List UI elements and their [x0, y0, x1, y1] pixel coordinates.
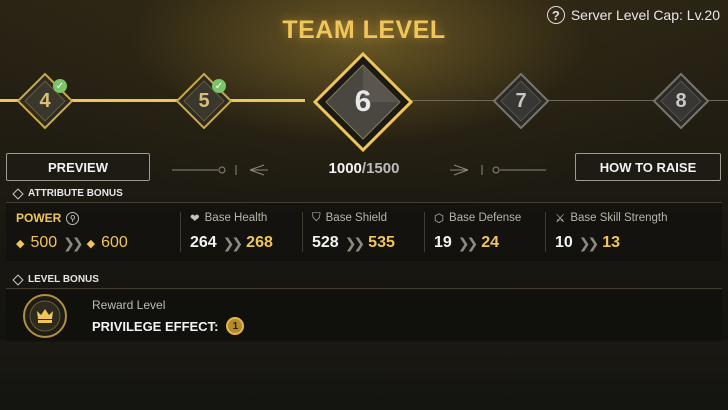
arrow-icon: ❯❯ [222, 234, 244, 251]
attr-shield: ⛉ Base Shield 528 ❯❯ 535 [312, 210, 395, 252]
arrow-icon: ❯❯ [457, 234, 479, 251]
privilege-effect: PRIVILEGE EFFECT: 1 [92, 317, 245, 335]
power-to: 600 [101, 234, 128, 251]
right-ornament [450, 164, 546, 176]
diamond-bullet-icon [12, 187, 24, 200]
skill-label: Base Skill Strength [570, 212, 668, 224]
level-bonus-label: LEVEL BONUS [28, 274, 99, 285]
power-from: 500 [30, 234, 58, 251]
diamond-bullet-icon [12, 273, 24, 286]
level-node-5[interactable]: 5 ✓ [175, 72, 233, 130]
arrow-icon: ❯❯ [344, 234, 366, 251]
search-icon[interactable]: ⚲ [66, 211, 80, 225]
xp-progress: 1000/1500 [0, 160, 728, 177]
attr-health: ❤ Base Health 264 ❯❯ 268 [190, 210, 273, 252]
server-cap-label: Server Level Cap: Lv.20 [570, 7, 720, 23]
privilege-effect-label: PRIVILEGE EFFECT: [92, 318, 219, 334]
level-bonus-header: LEVEL BONUS [12, 273, 99, 286]
xp-current: 1000 [328, 160, 362, 177]
level-node-8[interactable]: 8 [652, 72, 710, 130]
privilege-coin-icon[interactable]: 1 [226, 317, 245, 335]
power-label: POWER [16, 211, 62, 225]
attribute-bonus-header: ATTRIBUTE BONUS [12, 187, 123, 200]
defense-to: 24 [481, 234, 500, 251]
divider [6, 288, 722, 289]
level-node-4[interactable]: 4 ✓ [16, 72, 74, 130]
level-node-7[interactable]: 7 [492, 72, 550, 130]
level-node-6-current[interactable]: 6 [313, 52, 413, 152]
separator [302, 212, 303, 252]
shield-to: 535 [368, 234, 395, 251]
separator [180, 212, 181, 252]
defense-label: Base Defense [449, 212, 522, 224]
shield-icon: ⛉ [312, 211, 321, 224]
level-number: 7 [515, 89, 527, 112]
power-gem-icon: ◆ [86, 237, 96, 250]
crossed-swords-icon: ⚔ [555, 213, 566, 225]
arrow-icon: ❯❯ [63, 234, 84, 251]
heart-icon: ❤ [190, 213, 200, 225]
team-level-screen: TEAM LEVEL ? Server Level Cap: Lv.20 4 ✓… [0, 0, 728, 410]
level-number: 8 [675, 89, 687, 112]
defense-icon: ⬡ [434, 213, 445, 225]
level-number: 6 [354, 85, 372, 118]
check-icon: ✓ [212, 79, 226, 93]
defense-from: 19 [434, 234, 452, 251]
server-cap[interactable]: ? Server Level Cap: Lv.20 [546, 6, 720, 24]
shield-label: Base Shield [325, 212, 387, 224]
health-from: 264 [190, 234, 217, 251]
arrow-icon: ❯❯ [578, 234, 600, 251]
help-icon[interactable]: ? [546, 6, 565, 24]
health-to: 268 [246, 234, 273, 251]
attr-power: POWER ⚲ ◆ 500 ❯❯ ◆ 600 [16, 210, 128, 252]
shield-from: 528 [312, 234, 339, 251]
xp-max: /1500 [361, 160, 400, 177]
power-gem-icon: ◆ [16, 237, 25, 250]
privilege-badge-icon [23, 294, 67, 338]
attr-skill-strength: ⚔ Base Skill Strength 10 ❯❯ 13 [555, 210, 667, 252]
bottom-fade [0, 340, 728, 410]
skill-to: 13 [602, 234, 621, 251]
attr-defense: ⬡ Base Defense 19 ❯❯ 24 [434, 210, 521, 252]
separator [545, 212, 546, 252]
skill-from: 10 [555, 234, 573, 251]
reward-level-label: Reward Level [92, 298, 166, 312]
check-icon: ✓ [53, 79, 67, 93]
health-label: Base Health [204, 212, 268, 224]
separator [424, 212, 425, 252]
attribute-bonus-label: ATTRIBUTE BONUS [28, 188, 123, 199]
